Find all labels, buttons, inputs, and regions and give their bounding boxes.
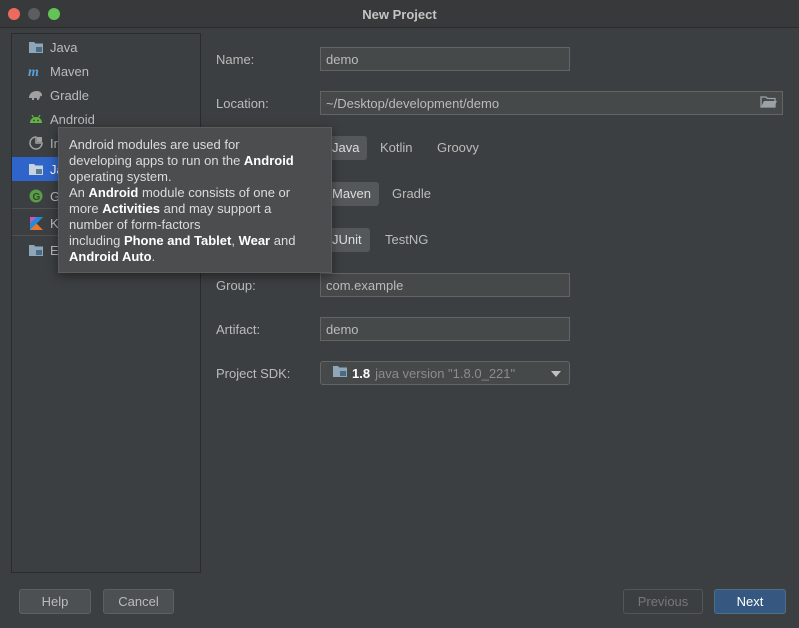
svg-text:m: m — [28, 65, 39, 77]
name-label: Name: — [216, 52, 255, 67]
groovy-icon: G — [28, 188, 44, 204]
browse-folder-icon[interactable] — [760, 95, 780, 111]
next-button[interactable]: Next — [714, 589, 786, 614]
sidebar-item-java[interactable]: Java — [12, 35, 200, 59]
help-button[interactable]: Help — [19, 589, 91, 614]
window-title: New Project — [362, 7, 437, 22]
project-sdk-label: Project SDK: — [216, 366, 291, 381]
project-sdk-dropdown[interactable]: 1.8 java version "1.8.0_221" — [320, 361, 570, 385]
tooltip-text: Android — [88, 185, 139, 200]
tooltip-text: and — [270, 233, 296, 248]
tooltip-line: operating system. — [69, 169, 321, 185]
tooltip-line: more Activities and may support a — [69, 201, 321, 217]
android-module-tooltip: Android modules are used for developing a… — [58, 127, 332, 273]
build-option-maven[interactable]: Maven — [324, 182, 380, 206]
tooltip-text: . — [151, 249, 156, 264]
test-option-testng[interactable]: TestNG — [377, 228, 436, 252]
intellij-plugin-icon — [28, 135, 44, 151]
tooltip-text: Android Auto — [69, 249, 152, 264]
sdk-version: 1.8 — [352, 365, 371, 381]
tooltip-text: operating system. — [69, 169, 172, 184]
tooltip-line: An Android module consists of one or — [69, 185, 321, 201]
folder-icon — [28, 242, 44, 258]
tooltip-line: number of form-factors — [69, 217, 321, 233]
tooltip-line: Android Auto. — [69, 249, 321, 265]
artifact-field[interactable] — [320, 317, 570, 341]
tooltip-text: including — [69, 233, 124, 248]
sidebar-item-label: Gradle — [50, 87, 90, 103]
tooltip-line: developing apps to run on the Android — [69, 153, 321, 169]
location-field[interactable] — [320, 91, 783, 115]
maven-icon: m — [28, 63, 44, 79]
tooltip-text: Activities — [102, 201, 161, 216]
tooltip-text: , — [231, 233, 239, 248]
tooltip-text: developing apps to run on the — [69, 153, 244, 168]
location-label: Location: — [216, 96, 269, 111]
tooltip-text: Wear — [238, 233, 271, 248]
sidebar-item-maven[interactable]: m Maven — [12, 59, 200, 83]
build-option-gradle[interactable]: Gradle — [384, 182, 439, 206]
kotlin-icon — [28, 215, 44, 231]
tooltip-text: Android — [243, 153, 294, 168]
tooltip-line: including Phone and Tablet, Wear and — [69, 233, 321, 249]
language-option-groovy[interactable]: Groovy — [429, 136, 487, 160]
sidebar-item-label: Java — [50, 39, 78, 55]
group-field[interactable] — [320, 273, 570, 297]
cancel-button[interactable]: Cancel — [103, 589, 174, 614]
previous-button[interactable]: Previous — [623, 589, 703, 614]
tooltip-text: and may support a — [160, 201, 272, 216]
title-bar: New Project — [0, 0, 799, 28]
tooltip-text: module consists of one or — [138, 185, 291, 200]
tooltip-text: Phone and Tablet — [123, 233, 232, 248]
sidebar-item-label: Android — [50, 111, 95, 127]
tooltip-line: Android modules are used for — [69, 137, 321, 153]
tooltip-text: Android modules are used for — [69, 137, 240, 152]
chevron-down-icon — [551, 371, 561, 377]
sdk-description: java version "1.8.0_221" — [375, 365, 516, 381]
tooltip-text: An — [69, 185, 89, 200]
group-label: Group: — [216, 278, 256, 293]
svg-text:G: G — [33, 192, 41, 203]
sdk-folder-icon — [333, 365, 348, 381]
sidebar-item-gradle[interactable]: Gradle — [12, 83, 200, 107]
project-type-list: Java m Maven Gradle Android In Ja G G Er — [11, 33, 201, 573]
tooltip-text: more — [69, 201, 103, 216]
tooltip-text: number of form-factors — [69, 217, 201, 232]
folder-icon — [28, 39, 44, 55]
gradle-elephant-icon — [28, 87, 44, 103]
artifact-label: Artifact: — [216, 322, 261, 337]
name-field[interactable] — [320, 47, 570, 71]
android-icon — [28, 111, 44, 127]
language-option-kotlin[interactable]: Kotlin — [372, 136, 421, 160]
folder-icon — [28, 161, 44, 177]
sidebar-item-label: Maven — [50, 63, 90, 79]
